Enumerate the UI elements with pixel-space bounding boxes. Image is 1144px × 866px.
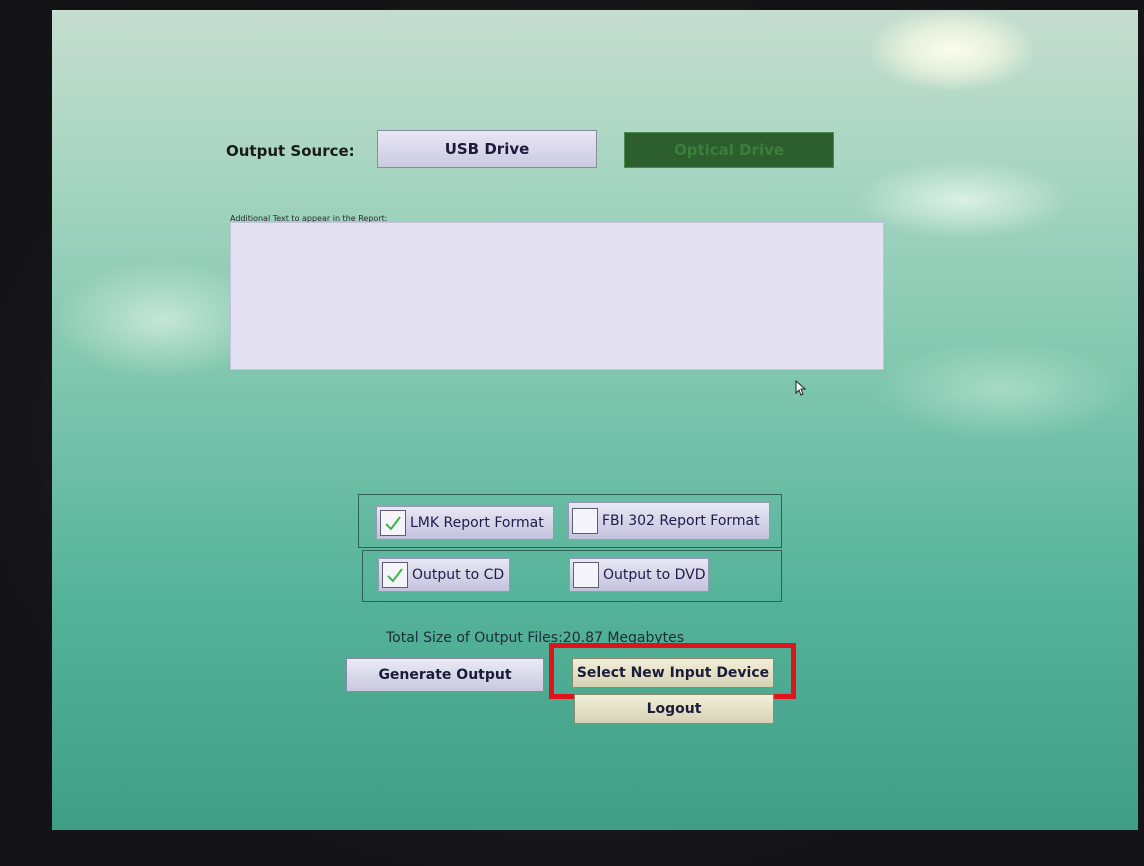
screen-glare [872,10,1032,90]
app-screen: Output Source: USB Drive Optical Drive A… [52,10,1138,830]
screen-glare [872,340,1132,440]
checkbox-box [382,562,408,588]
report-text-input[interactable] [230,222,884,370]
output-to-dvd-checkbox[interactable]: Output to DVD [569,558,709,592]
lmk-report-format-checkbox[interactable]: LMK Report Format [376,506,554,540]
usb-drive-button[interactable]: USB Drive [377,130,597,168]
checkbox-label: Output to CD [412,567,505,583]
checkmark-icon [387,568,403,583]
output-to-cd-checkbox[interactable]: Output to CD [378,558,510,592]
logout-button[interactable]: Logout [574,694,774,724]
mouse-pointer-icon [795,380,807,396]
checkmark-icon [385,516,401,531]
checkbox-label: Output to DVD [603,567,706,583]
optical-drive-button[interactable]: Optical Drive [624,132,834,168]
checkbox-box [380,510,406,536]
output-source-label: Output Source: [226,142,355,160]
checkbox-label: FBI 302 Report Format [602,513,760,529]
checkbox-label: LMK Report Format [410,515,544,531]
generate-output-button[interactable]: Generate Output [346,658,544,692]
checkbox-box [572,508,598,534]
highlight-box [549,643,796,699]
fbi-302-report-format-checkbox[interactable]: FBI 302 Report Format [568,502,770,540]
screen-glare [852,160,1072,240]
checkbox-box [573,562,599,588]
